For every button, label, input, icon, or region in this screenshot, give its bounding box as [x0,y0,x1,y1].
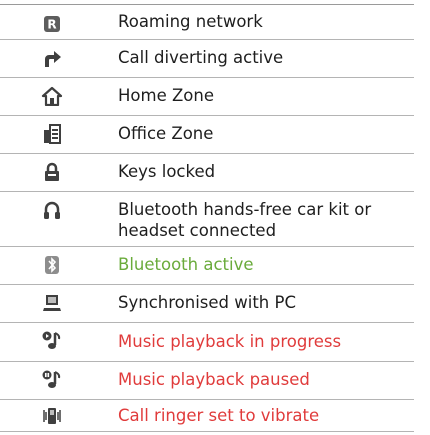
row-label: Music playback paused [118,370,310,389]
home-zone-icon [40,84,64,108]
row-label: Keys locked [118,162,216,181]
row-label: Bluetooth active [118,255,254,274]
svg-text:R: R [47,18,56,32]
table-row: Music playback paused [0,362,414,400]
row-label: Office Zone [118,124,214,143]
row-label-line2: headset connected [118,221,277,240]
table-row: Office Zone [0,116,414,154]
music-playing-icon [40,329,64,353]
table-row: R Roaming network [0,5,414,40]
table-row: Call diverting active [0,40,414,78]
vibrate-icon [40,404,64,428]
status-icon-table: R Roaming network Call diverting active … [0,0,430,435]
pc-sync-icon [40,291,64,315]
keys-locked-icon [40,160,64,184]
music-paused-icon [40,368,64,392]
table-row: Home Zone [0,78,414,116]
row-label: Call ringer set to vibrate [118,406,320,425]
table-row: Bluetooth hands-free car kit or headset … [0,192,414,247]
office-zone-icon [40,122,64,146]
table-row: Keys locked [0,154,414,192]
bluetooth-active-icon [40,253,64,277]
row-label: Call diverting active [118,48,284,67]
row-label: Home Zone [118,86,214,105]
row-label: Music playback in progress [118,332,342,351]
roaming-network-icon: R [40,12,64,36]
table-row: Bluetooth active [0,247,414,285]
row-label: Bluetooth hands-free car kit or [118,200,372,219]
row-label: Synchronised with PC [118,293,296,312]
table-row: Synchronised with PC [0,285,414,323]
row-label: Roaming network [118,12,263,31]
call-divert-icon [40,47,64,71]
bluetooth-headset-icon [40,198,64,222]
table-row: Call ringer set to vibrate [0,400,414,432]
table-row: Music playback in progress [0,323,414,362]
